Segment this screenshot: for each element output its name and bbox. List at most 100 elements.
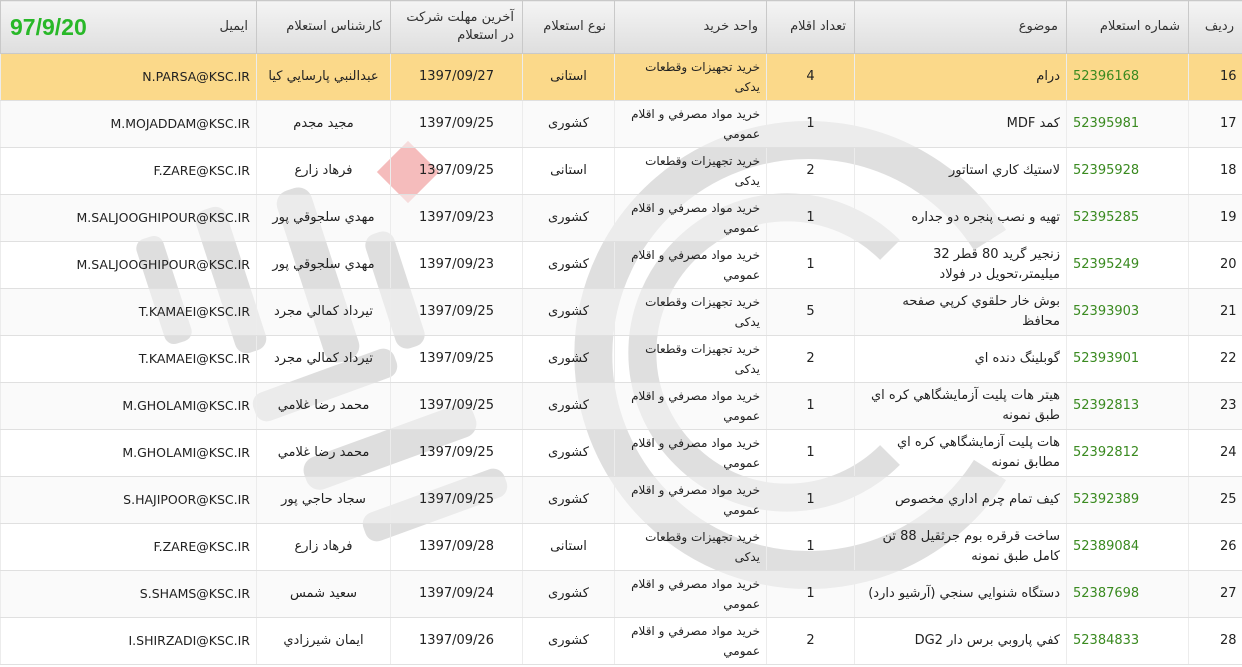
cell-email[interactable]: T.KAMAEI@KSC.IR: [0, 335, 257, 383]
cell-radif: 22: [1188, 335, 1242, 383]
cell-count: 1: [766, 476, 855, 524]
cell-unit: خريد مواد مصرفي و اقلام عمومي: [614, 617, 767, 665]
cell-subject: لاستيك كاري استاتور: [854, 147, 1067, 195]
cell-email[interactable]: M.GHOLAMI@KSC.IR: [0, 429, 257, 477]
cell-expert: محمد رضا غلامي: [256, 382, 391, 430]
cell-unit: خريد مواد مصرفي و اقلام عمومي: [614, 382, 767, 430]
cell-count: 1: [766, 523, 855, 571]
cell-deadline: 1397/09/27: [390, 53, 523, 101]
cell-unit: خرید تجهیزات وقطعات یدکی: [614, 147, 767, 195]
cell-subject: بوش خار حلقوي كرپي صفحه محافظ: [854, 288, 1067, 336]
cell-radif: 16: [1188, 53, 1242, 101]
cell-count: 1: [766, 429, 855, 477]
cell-subject: گوبلينگ دنده اي: [854, 335, 1067, 383]
cell-deadline: 1397/09/25: [390, 335, 523, 383]
table-row[interactable]: 17 52395981 كمد MDF 1 خريد مواد مصرفي و …: [0, 100, 1242, 148]
cell-number[interactable]: 52393903: [1066, 288, 1189, 336]
cell-subject: ساخت قرقره بوم جرثقيل 88 تن كامل طبق نمو…: [854, 523, 1067, 571]
cell-count: 1: [766, 570, 855, 618]
cell-number[interactable]: 52389084: [1066, 523, 1189, 571]
cell-email[interactable]: I.SHIRZADI@KSC.IR: [0, 617, 257, 665]
cell-type: كشوری: [522, 382, 615, 430]
cell-number[interactable]: 52395928: [1066, 147, 1189, 195]
cell-subject: كفي پاروبي برس دار DG2: [854, 617, 1067, 665]
cell-expert: مهدي سلجوقي پور: [256, 194, 391, 242]
table-header-row: ردیف شماره استعلام موضوع تعداد اقلام واح…: [0, 0, 1242, 54]
cell-deadline: 1397/09/25: [390, 288, 523, 336]
cell-subject: كمد MDF: [854, 100, 1067, 148]
cell-email[interactable]: M.SALJOOGHIPOUR@KSC.IR: [0, 194, 257, 242]
cell-email[interactable]: T.KAMAEI@KSC.IR: [0, 288, 257, 336]
cell-subject: هيتر هات پليت آزمايشگاهي كره اي طبق نمون…: [854, 382, 1067, 430]
cell-email[interactable]: M.MOJADDAM@KSC.IR: [0, 100, 257, 148]
cell-deadline: 1397/09/24: [390, 570, 523, 618]
cell-type: كشوری: [522, 429, 615, 477]
cell-unit: خريد مواد مصرفي و اقلام عمومي: [614, 429, 767, 477]
table-row[interactable]: 28 52384833 كفي پاروبي برس دار DG2 2 خري…: [0, 617, 1242, 665]
cell-number[interactable]: 52395249: [1066, 241, 1189, 289]
cell-count: 5: [766, 288, 855, 336]
cell-subject: كيف تمام چرم اداري مخصوص: [854, 476, 1067, 524]
cell-unit: خرید تجهیزات وقطعات یدکی: [614, 288, 767, 336]
cell-email[interactable]: S.SHAMS@KSC.IR: [0, 570, 257, 618]
table-row[interactable]: 18 52395928 لاستيك كاري استاتور 2 خرید ت…: [0, 147, 1242, 195]
cell-expert: سجاد حاجي پور: [256, 476, 391, 524]
cell-unit: خرید تجهیزات وقطعات یدکی: [614, 53, 767, 101]
cell-count: 2: [766, 147, 855, 195]
table-row[interactable]: 22 52393901 گوبلينگ دنده اي 2 خرید تجهیز…: [0, 335, 1242, 383]
table-row[interactable]: 19 52395285 تهيه و نصب پنجره دو جداره 1 …: [0, 194, 1242, 242]
header-unit[interactable]: واحد خرید: [614, 0, 767, 54]
cell-type: كشوری: [522, 335, 615, 383]
cell-email[interactable]: S.HAJIPOOR@KSC.IR: [0, 476, 257, 524]
cell-type: كشوری: [522, 476, 615, 524]
overlay-date-label: 97/9/20: [10, 14, 87, 40]
table-row[interactable]: 27 52387698 دستگاه شنوايي سنجي (آرشيو دا…: [0, 570, 1242, 618]
header-number[interactable]: شماره استعلام: [1066, 0, 1189, 54]
cell-count: 1: [766, 194, 855, 242]
cell-type: كشوری: [522, 241, 615, 289]
table-row[interactable]: 26 52389084 ساخت قرقره بوم جرثقيل 88 تن …: [0, 523, 1242, 571]
cell-radif: 25: [1188, 476, 1242, 524]
cell-deadline: 1397/09/26: [390, 617, 523, 665]
cell-number[interactable]: 52392812: [1066, 429, 1189, 477]
cell-number[interactable]: 52392813: [1066, 382, 1189, 430]
table-row[interactable]: 20 52395249 زنجير گريد 80 قطر 32 ميليمتر…: [0, 241, 1242, 289]
cell-subject: درام: [854, 53, 1067, 101]
header-count[interactable]: تعداد اقلام: [766, 0, 855, 54]
cell-radif: 18: [1188, 147, 1242, 195]
cell-radif: 20: [1188, 241, 1242, 289]
cell-email[interactable]: N.PARSA@KSC.IR: [0, 53, 257, 101]
cell-number[interactable]: 52396168: [1066, 53, 1189, 101]
table-row[interactable]: 24 52392812 هات پليت آزمايشگاهي كره اي م…: [0, 429, 1242, 477]
table-row[interactable]: 25 52392389 كيف تمام چرم اداري مخصوص 1 خ…: [0, 476, 1242, 524]
cell-number[interactable]: 52392389: [1066, 476, 1189, 524]
cell-radif: 19: [1188, 194, 1242, 242]
cell-email[interactable]: M.SALJOOGHIPOUR@KSC.IR: [0, 241, 257, 289]
cell-unit: خريد مواد مصرفي و اقلام عمومي: [614, 241, 767, 289]
table-row[interactable]: 23 52392813 هيتر هات پليت آزمايشگاهي كره…: [0, 382, 1242, 430]
cell-deadline: 1397/09/25: [390, 476, 523, 524]
header-deadline[interactable]: آخرین مهلت شرکت در استعلام: [390, 0, 523, 54]
cell-number[interactable]: 52387698: [1066, 570, 1189, 618]
cell-radif: 26: [1188, 523, 1242, 571]
cell-email[interactable]: M.GHOLAMI@KSC.IR: [0, 382, 257, 430]
cell-deadline: 1397/09/23: [390, 194, 523, 242]
cell-count: 4: [766, 53, 855, 101]
header-subject[interactable]: موضوع: [854, 0, 1067, 54]
cell-radif: 21: [1188, 288, 1242, 336]
cell-number[interactable]: 52384833: [1066, 617, 1189, 665]
cell-unit: خريد مواد مصرفي و اقلام عمومي: [614, 100, 767, 148]
cell-radif: 27: [1188, 570, 1242, 618]
cell-expert: تيرداد كمالي مجرد: [256, 335, 391, 383]
cell-number[interactable]: 52395285: [1066, 194, 1189, 242]
cell-email[interactable]: F.ZARE@KSC.IR: [0, 147, 257, 195]
table-row[interactable]: 16 52396168 درام 4 خرید تجهیزات وقطعات ی…: [0, 53, 1242, 101]
header-type[interactable]: نوع استعلام: [522, 0, 615, 54]
header-radif[interactable]: ردیف: [1188, 0, 1242, 54]
cell-email[interactable]: F.ZARE@KSC.IR: [0, 523, 257, 571]
table-row[interactable]: 21 52393903 بوش خار حلقوي كرپي صفحه محاف…: [0, 288, 1242, 336]
cell-number[interactable]: 52395981: [1066, 100, 1189, 148]
cell-type: كشوری: [522, 288, 615, 336]
cell-number[interactable]: 52393901: [1066, 335, 1189, 383]
header-expert[interactable]: کارشناس استعلام: [256, 0, 391, 54]
